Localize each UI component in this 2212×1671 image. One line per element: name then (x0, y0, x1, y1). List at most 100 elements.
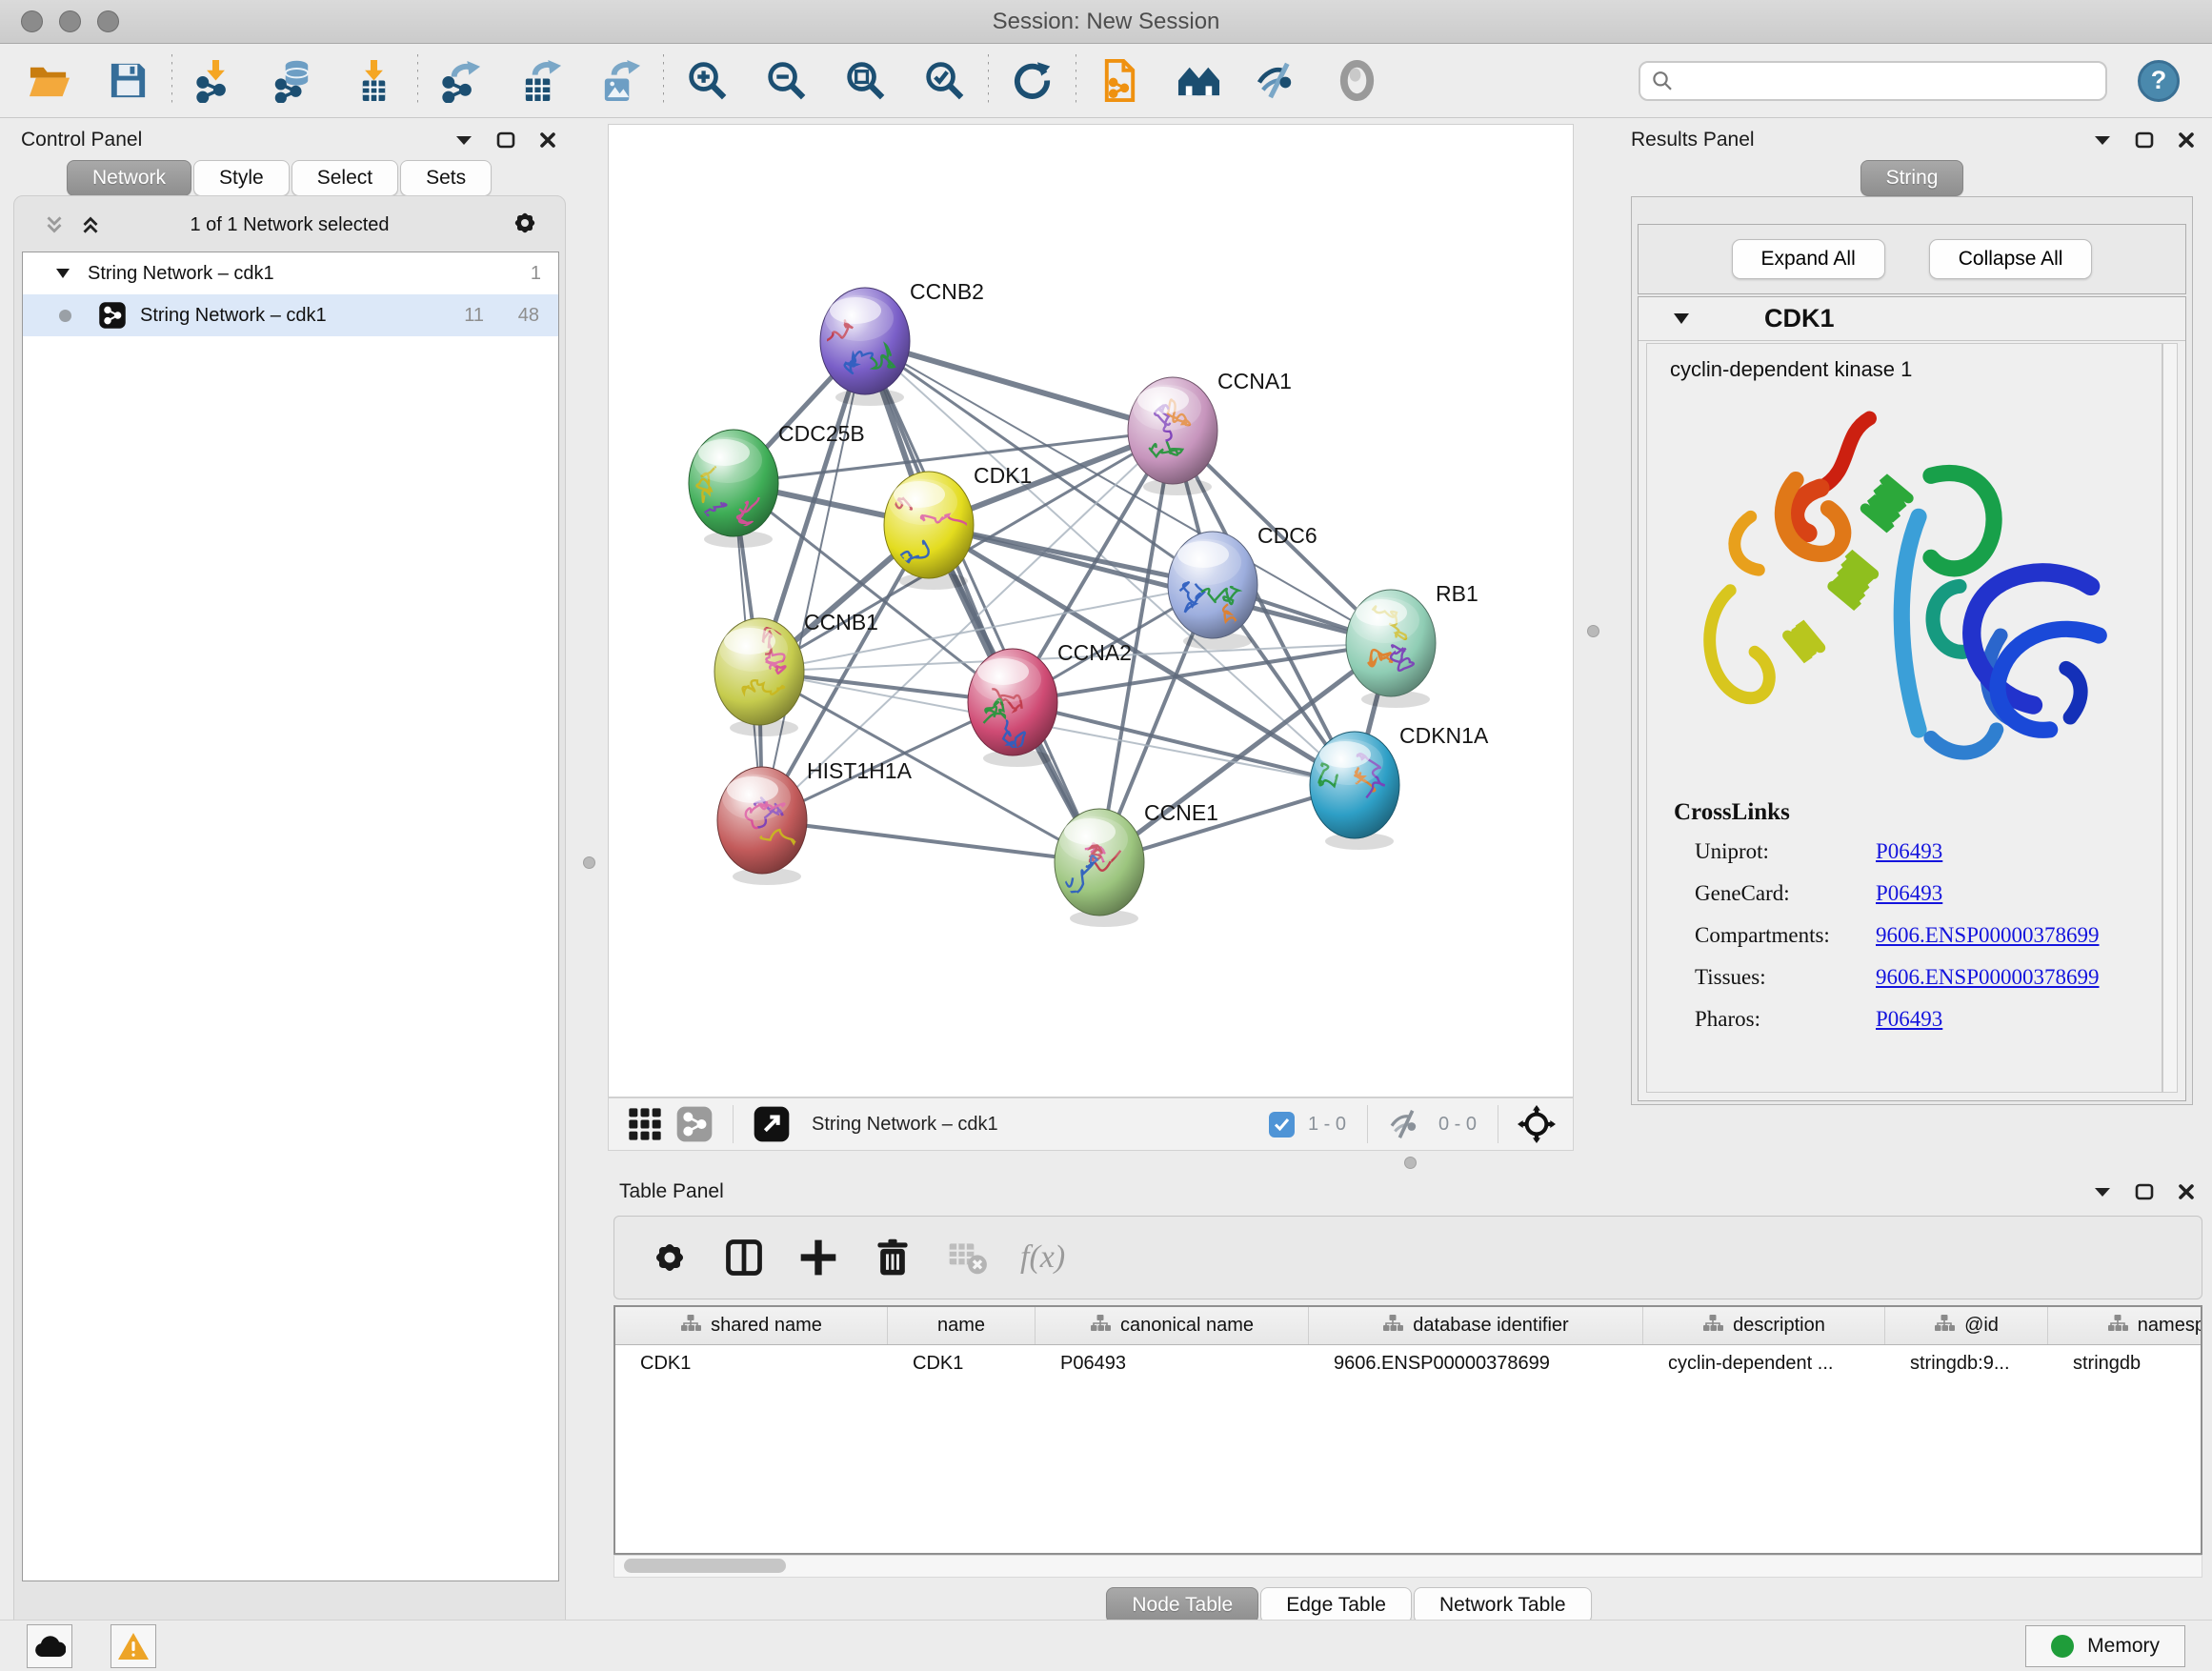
delete-column-icon[interactable] (872, 1237, 914, 1278)
panel-close-icon[interactable] (2172, 1180, 2201, 1203)
section-scrollbar[interactable] (2162, 343, 2178, 1093)
tab-sets[interactable]: Sets (400, 160, 492, 196)
table-row[interactable]: CDK1CDK1P064939606.ENSP00000378699cyclin… (615, 1345, 2201, 1381)
open-in-window-icon[interactable] (753, 1105, 791, 1143)
column-header-description[interactable]: description (1643, 1307, 1885, 1344)
save-session-icon[interactable] (106, 58, 151, 103)
node-CDC6[interactable] (1168, 532, 1257, 654)
edge-HIST1H1A-CCNE1[interactable] (762, 820, 1099, 862)
network-tree-list: String Network – cdk1 1 String Network –… (22, 252, 559, 1581)
home-networks-icon[interactable] (1176, 58, 1221, 103)
tab-network[interactable]: Network (67, 160, 191, 196)
zoom-fit-icon[interactable] (843, 58, 888, 103)
node-label-CDK1: CDK1 (974, 463, 1032, 488)
tab-edge-table[interactable]: Edge Table (1260, 1587, 1412, 1623)
collapse-all-button[interactable]: Collapse All (1929, 239, 2093, 279)
selected-checkbox-icon[interactable] (1269, 1112, 1295, 1137)
crosshair-pan-icon[interactable] (1518, 1105, 1556, 1143)
section-collapse-icon[interactable] (1673, 312, 1690, 325)
refresh-icon[interactable] (1010, 58, 1055, 103)
zoom-selected-icon[interactable] (922, 58, 967, 103)
zoom-in-icon[interactable] (685, 58, 730, 103)
tree-expand-icon[interactable] (55, 268, 70, 279)
memory-button[interactable]: Memory (2025, 1625, 2185, 1667)
crosslink-value[interactable]: 9606.ENSP00000378699 (1876, 923, 2100, 948)
crosslink-value[interactable]: 9606.ENSP00000378699 (1876, 965, 2100, 990)
panel-dropdown-icon[interactable] (2088, 129, 2117, 151)
main-toolbar: ? (0, 44, 2212, 118)
edge-CCNB2-CCNA1[interactable] (865, 341, 1173, 431)
import-table-file-icon[interactable] (352, 58, 396, 103)
table-cell[interactable]: CDK1 (888, 1345, 1036, 1381)
node-CCNB1[interactable] (714, 618, 804, 736)
cloud-button[interactable] (27, 1624, 72, 1668)
panel-close-icon[interactable] (533, 129, 562, 151)
search-input[interactable] (1675, 70, 2096, 91)
table-cell[interactable]: cyclin-dependent ... (1643, 1345, 1885, 1381)
table-cell[interactable]: 9606.ENSP00000378699 (1309, 1345, 1643, 1381)
panel-float-icon[interactable] (2130, 129, 2159, 151)
table-cell[interactable]: P06493 (1036, 1345, 1309, 1381)
warning-button[interactable] (111, 1624, 156, 1668)
network-collection-row[interactable]: String Network – cdk1 1 (23, 252, 558, 294)
crosslink-value[interactable]: P06493 (1876, 881, 1942, 906)
edge-CCNB2-CCNE1[interactable] (865, 341, 1099, 862)
show-columns-icon[interactable] (723, 1237, 765, 1278)
network-share-view-icon[interactable] (675, 1105, 714, 1143)
grid-view-icon[interactable] (626, 1105, 664, 1143)
string-network-graph[interactable]: CCNB2CCNA1CDC25BCDK1CDC6RB1CCNB1CCNA2CDK… (609, 125, 1573, 1097)
show-eye-icon[interactable] (1335, 58, 1379, 103)
panel-close-icon[interactable] (2172, 129, 2201, 151)
crosslink-value[interactable]: P06493 (1876, 1007, 1942, 1032)
column-header-database-identifier[interactable]: database identifier (1309, 1307, 1643, 1344)
column-header--id[interactable]: @id (1885, 1307, 2048, 1344)
panel-float-icon[interactable] (492, 129, 520, 151)
node-RB1[interactable] (1346, 590, 1436, 708)
export-network-icon[interactable] (439, 58, 484, 103)
panel-dropdown-icon[interactable] (2088, 1180, 2117, 1203)
table-cell[interactable]: stringdb:9... (1885, 1345, 2048, 1381)
open-file-icon[interactable] (27, 58, 71, 103)
import-network-file-icon[interactable] (193, 58, 238, 103)
hide-eye-icon[interactable] (1256, 58, 1300, 103)
column-header-canonical-name[interactable]: canonical name (1036, 1307, 1309, 1344)
right-splitter-handle[interactable] (1587, 625, 1599, 637)
table-options-gear-icon[interactable] (649, 1237, 691, 1278)
crosslink-value[interactable]: P06493 (1876, 839, 1942, 864)
left-splitter-handle[interactable] (583, 856, 595, 869)
scrollbar-thumb[interactable] (624, 1559, 786, 1573)
tab-select[interactable]: Select (292, 160, 398, 196)
panel-float-icon[interactable] (2130, 1180, 2159, 1203)
selected-count: 1 - 0 (1308, 1114, 1346, 1136)
network-row[interactable]: String Network – cdk1 11 48 (23, 294, 558, 336)
export-image-icon[interactable] (597, 58, 642, 103)
help-icon[interactable]: ? (2138, 60, 2180, 102)
node-CCNA1[interactable] (1128, 377, 1217, 495)
table-cell[interactable]: CDK1 (615, 1345, 888, 1381)
import-network-database-icon[interactable] (272, 58, 317, 103)
tab-network-table[interactable]: Network Table (1414, 1587, 1592, 1623)
node-table[interactable]: shared namenamecanonical namedatabase id… (613, 1305, 2202, 1555)
zoom-out-icon[interactable] (764, 58, 809, 103)
export-table-icon[interactable] (518, 58, 563, 103)
network-canvas[interactable]: CCNB2CCNA1CDC25BCDK1CDC6RB1CCNB1CCNA2CDK… (608, 124, 1574, 1097)
bottom-splitter-handle[interactable] (1404, 1157, 1417, 1169)
document-share-icon[interactable] (1097, 58, 1142, 103)
edge-CCNB2-HIST1H1A[interactable] (762, 341, 865, 820)
table-cell[interactable]: stringdb (2048, 1345, 2202, 1381)
add-column-icon[interactable] (797, 1237, 839, 1278)
tab-string[interactable]: String (1860, 160, 1964, 196)
search-box[interactable] (1639, 61, 2107, 101)
node-CDC25B[interactable] (689, 430, 778, 548)
node-CCNB2[interactable] (820, 288, 910, 406)
tab-style[interactable]: Style (193, 160, 290, 196)
column-header-shared-name[interactable]: shared name (615, 1307, 888, 1344)
column-header-name[interactable]: name (888, 1307, 1036, 1344)
tab-node-table[interactable]: Node Table (1106, 1587, 1258, 1623)
node-HIST1H1A[interactable] (717, 767, 807, 885)
table-horizontal-scrollbar[interactable] (613, 1555, 2202, 1578)
expand-all-button[interactable]: Expand All (1732, 239, 1885, 279)
node-CCNE1[interactable] (1055, 809, 1144, 927)
column-header-namespace[interactable]: namespace (2048, 1307, 2202, 1344)
panel-dropdown-icon[interactable] (450, 129, 478, 151)
